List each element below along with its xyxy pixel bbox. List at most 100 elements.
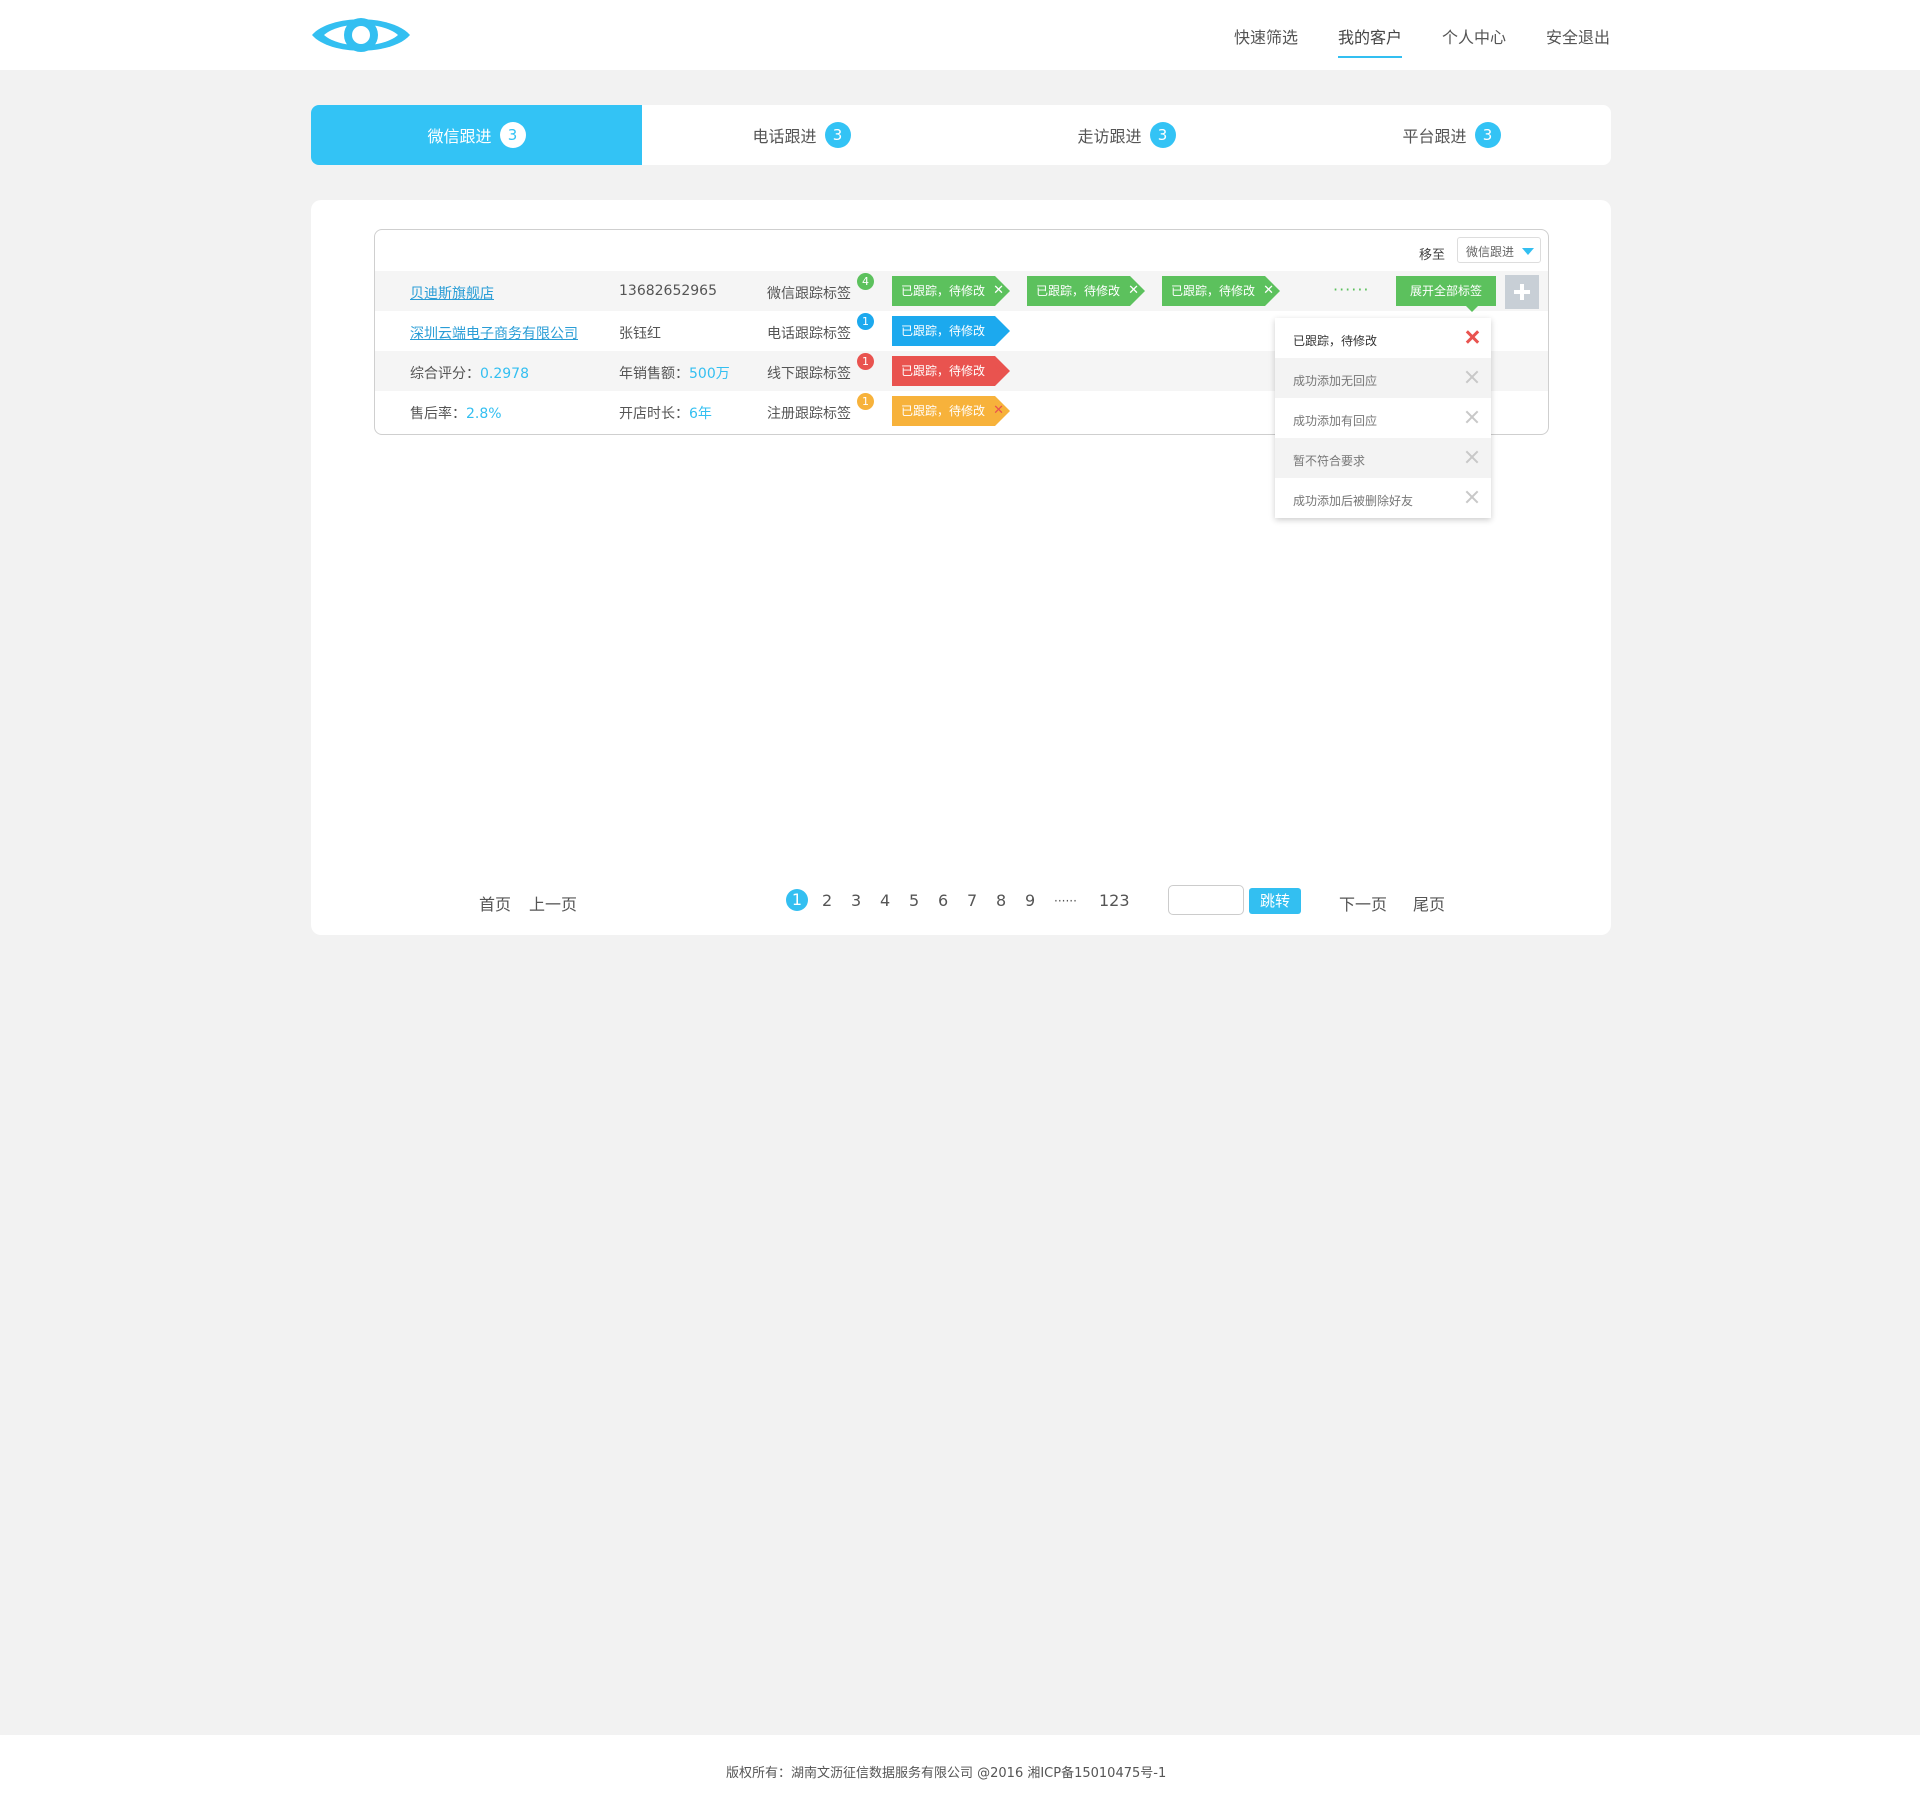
page-ellipsis: ······ <box>1054 894 1077 908</box>
tab-count-badge: 3 <box>824 122 851 148</box>
page-footer: 版权所有：湖南文沥征信数据服务有限公司 @2016 湘ICP备15010475号… <box>0 1735 1920 1800</box>
tab-label: 平台跟进 <box>1402 127 1467 146</box>
aftersale-label: 售后率： <box>410 406 466 422</box>
track-label: 微信跟踪标签 <box>767 286 851 302</box>
page-jump-input[interactable] <box>1168 885 1244 915</box>
customer-name-link[interactable]: 贝迪斯旗舰店 <box>410 283 494 303</box>
track-label: 线下跟踪标签 <box>767 366 851 382</box>
track-tag[interactable]: 已跟踪，待修改 ✕ <box>892 356 1010 386</box>
tag-text: 已跟踪，待修改 <box>901 324 986 338</box>
page-link[interactable]: 6 <box>938 891 948 910</box>
page-link[interactable]: 5 <box>909 891 919 910</box>
track-tag[interactable]: 已跟踪，待修改 ✕ <box>1162 276 1280 306</box>
add-tag-plus-icon[interactable] <box>1505 275 1539 309</box>
tag-option-label: 已跟踪，待修改 <box>1293 334 1378 348</box>
close-icon[interactable] <box>1463 368 1481 386</box>
tag-option[interactable]: 成功添加无回应 <box>1275 358 1491 398</box>
caret-down-icon <box>1522 248 1534 255</box>
page-link[interactable]: 7 <box>967 891 977 910</box>
page-link[interactable]: 4 <box>880 891 890 910</box>
tag-close-icon[interactable]: ✕ <box>993 396 1004 426</box>
move-to-select[interactable]: 微信跟进 <box>1457 237 1541 263</box>
shop-age-value: 6年 <box>689 406 712 422</box>
shop-age-label: 开店时长： <box>619 406 689 422</box>
tab-phone[interactable]: 电话跟进 3 <box>636 105 967 165</box>
tag-option[interactable]: 暂不符合要求 <box>1275 438 1491 478</box>
tag-options-dropdown: 已跟踪，待修改 成功添加无回应 成功添加有回应 暂不符合要求 成功添加后被删除好… <box>1275 318 1491 518</box>
track-label: 电话跟踪标签 <box>767 326 851 342</box>
top-header: 快速筛选 我的客户 个人中心 安全退出 <box>0 0 1920 70</box>
close-icon[interactable] <box>1463 408 1481 426</box>
score-field: 综合评分：0.2978 <box>410 363 529 383</box>
tag-option-label: 暂不符合要求 <box>1293 454 1366 468</box>
tab-label: 走访跟进 <box>1077 127 1142 146</box>
main-panel: 移至 微信跟进 贝迪斯旗舰店 13682652965 微信跟踪标签 4 已跟踪，… <box>311 200 1611 935</box>
next-page-link[interactable]: 下一页 <box>1339 891 1387 915</box>
tab-count-badge: 3 <box>1149 122 1176 148</box>
last-page-link[interactable]: 尾页 <box>1413 891 1445 915</box>
page-link-last[interactable]: 123 <box>1099 891 1130 910</box>
nav-logout[interactable]: 安全退出 <box>1546 24 1610 48</box>
tag-text: 已跟踪，待修改 <box>1036 284 1121 298</box>
page-link[interactable]: 9 <box>1025 891 1035 910</box>
track-tag[interactable]: 已跟踪，待修改 ✕ <box>892 276 1010 306</box>
score-label: 综合评分： <box>410 366 480 382</box>
page-link-current[interactable]: 1 <box>786 889 808 911</box>
tag-close-icon[interactable]: ✕ <box>1263 276 1274 306</box>
company-name-link[interactable]: 深圳云端电子商务有限公司 <box>410 323 578 343</box>
tab-count-badge: 3 <box>1474 122 1501 148</box>
eye-logo-icon[interactable] <box>310 10 412 60</box>
tag-close-icon[interactable]: ✕ <box>1128 276 1139 306</box>
track-count-badge: 4 <box>857 273 874 290</box>
follow-up-tabs: 微信跟进 3 电话跟进 3 走访跟进 3 平台跟进 3 <box>311 105 1611 165</box>
more-dots: ······ <box>1333 280 1370 299</box>
tab-count-badge: 3 <box>499 122 526 148</box>
tag-text: 已跟踪，待修改 <box>901 284 986 298</box>
track-tag[interactable]: 已跟踪，待修改 ✕ <box>892 396 1010 426</box>
sales-value: 500万 <box>689 366 730 382</box>
tag-option[interactable]: 成功添加后被删除好友 <box>1275 478 1491 518</box>
page-link[interactable]: 3 <box>851 891 861 910</box>
pagination: 首页 上一页 1 2 3 4 5 6 7 8 9 ······ 123 跳转 下… <box>311 885 1611 915</box>
tag-close-icon[interactable]: ✕ <box>993 356 1004 386</box>
tag-option-label: 成功添加无回应 <box>1293 374 1378 388</box>
tab-wechat[interactable]: 微信跟进 3 <box>311 105 642 165</box>
tab-visit[interactable]: 走访跟进 3 <box>961 105 1292 165</box>
track-tag[interactable]: 已跟踪，待修改 ✕ <box>1027 276 1145 306</box>
tag-text: 已跟踪，待修改 <box>901 404 986 418</box>
contact-name: 张钰红 <box>619 326 661 342</box>
card-row: 贝迪斯旗舰店 13682652965 微信跟踪标签 4 已跟踪，待修改 ✕ 已跟踪… <box>375 271 1548 312</box>
tag-text: 已跟踪，待修改 <box>901 364 986 378</box>
page-link[interactable]: 2 <box>822 891 832 910</box>
expand-all-tags-button[interactable]: 展开全部标签 <box>1396 276 1496 312</box>
close-icon[interactable] <box>1463 488 1481 506</box>
prev-page-link[interactable]: 上一页 <box>529 891 577 915</box>
score-value: 0.2978 <box>480 366 529 382</box>
page-link[interactable]: 8 <box>996 891 1006 910</box>
move-to-label: 移至 <box>1419 248 1446 263</box>
copyright-text: 版权所有：湖南文沥征信数据服务有限公司 @2016 湘ICP备15010475号… <box>726 1766 1167 1781</box>
track-tag[interactable]: 已跟踪，待修改 <box>892 316 1010 346</box>
nav-my-customers[interactable]: 我的客户 <box>1338 24 1403 58</box>
first-page-link[interactable]: 首页 <box>479 891 511 915</box>
jump-button[interactable]: 跳转 <box>1249 888 1301 914</box>
close-icon[interactable] <box>1463 448 1481 466</box>
customer-phone: 13682652965 <box>619 283 717 299</box>
track-count-badge: 1 <box>857 393 874 410</box>
tab-platform[interactable]: 平台跟进 3 <box>1286 105 1611 165</box>
track-count-badge: 1 <box>857 313 874 330</box>
tag-close-icon[interactable]: ✕ <box>993 276 1004 306</box>
aftersale-field: 售后率：2.8% <box>410 403 502 423</box>
tag-option[interactable]: 成功添加有回应 <box>1275 398 1491 438</box>
tab-label: 电话跟进 <box>752 127 817 146</box>
close-icon[interactable] <box>1463 328 1481 346</box>
tab-label: 微信跟进 <box>427 127 492 146</box>
tag-option-label: 成功添加有回应 <box>1293 414 1378 428</box>
nav-personal-center[interactable]: 个人中心 <box>1442 24 1506 48</box>
track-label: 注册跟踪标签 <box>767 406 851 422</box>
tag-text: 已跟踪，待修改 <box>1171 284 1256 298</box>
track-count-badge: 1 <box>857 353 874 370</box>
nav-quick-filter[interactable]: 快速筛选 <box>1234 24 1298 48</box>
tag-option[interactable]: 已跟踪，待修改 <box>1275 318 1491 358</box>
sales-field: 年销售额：500万 <box>619 363 730 383</box>
